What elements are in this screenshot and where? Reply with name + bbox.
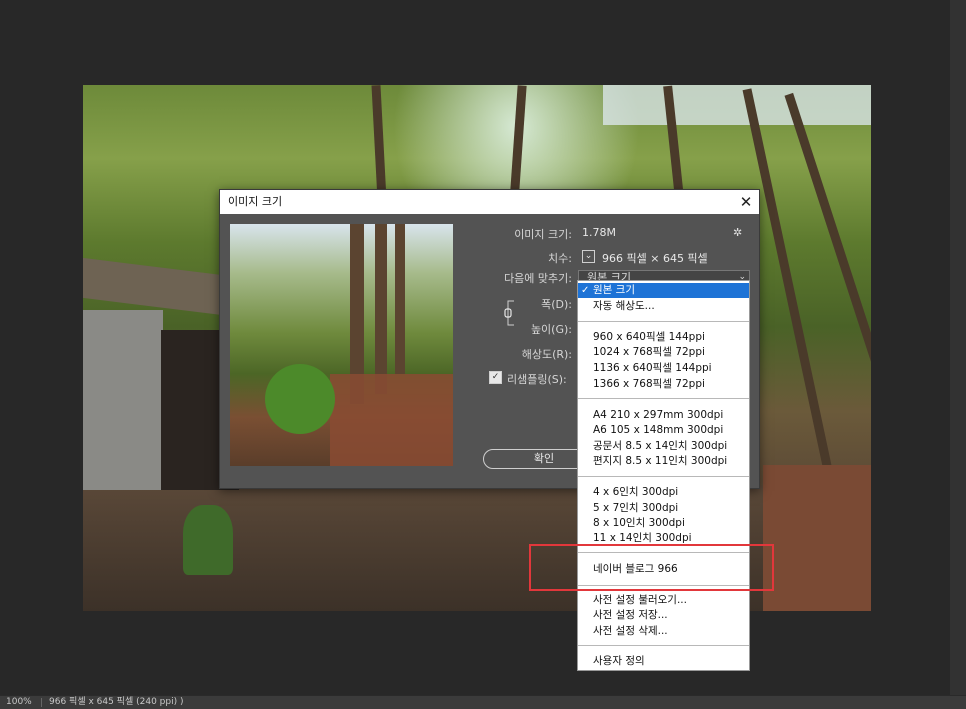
image-size-label: 이미지 크기: xyxy=(514,228,572,241)
menu-separator xyxy=(578,645,749,646)
dimensions-label: 치수: xyxy=(548,252,572,265)
menu-item-custom[interactable]: 사용자 정의 xyxy=(578,654,749,669)
status-divider xyxy=(41,698,42,707)
document-info: 966 픽셀 x 645 픽셀 (240 ppi) xyxy=(49,697,178,707)
dialog-title-bar[interactable]: 이미지 크기 ✕ xyxy=(220,190,759,214)
resample-label: 리샘플링(S): xyxy=(507,373,567,386)
menu-separator xyxy=(578,398,749,399)
resample-checkbox[interactable]: ✓ xyxy=(489,371,502,384)
menu-item[interactable]: 1024 x 768픽셀 72ppi xyxy=(578,345,749,360)
image-size-value: 1.78M xyxy=(582,226,616,239)
checkmark-icon: ✓ xyxy=(581,285,590,296)
menu-item[interactable]: 5 x 7인치 300dpi xyxy=(578,501,749,516)
image-preview[interactable] xyxy=(230,224,453,466)
menu-separator xyxy=(578,476,749,477)
status-bar: 100% 966 픽셀 x 645 픽셀 (240 ppi) ) xyxy=(0,695,966,709)
menu-separator xyxy=(578,321,749,322)
menu-item[interactable]: A6 105 x 148mm 300dpi xyxy=(578,423,749,438)
zoom-level[interactable]: 100% xyxy=(6,696,32,709)
canvas-plant xyxy=(183,505,233,575)
preview-bush xyxy=(265,364,335,434)
status-more-arrow[interactable]: ) xyxy=(180,696,184,709)
menu-item-auto-resolution[interactable]: 자동 해상도... xyxy=(578,299,749,314)
canvas-tree-trunk xyxy=(784,92,871,458)
menu-item[interactable]: A4 210 x 297mm 300dpi xyxy=(578,408,749,423)
canvas-shed-roof xyxy=(83,257,231,317)
menu-item[interactable]: 공문서 8.5 x 14인치 300dpi xyxy=(578,439,749,454)
dialog-title: 이미지 크기 xyxy=(228,195,283,208)
canvas-sky xyxy=(603,85,871,125)
menu-item-save-preset[interactable]: 사전 설정 저장... xyxy=(578,608,749,623)
menu-item[interactable]: 4 x 6인치 300dpi xyxy=(578,485,749,500)
close-icon[interactable]: ✕ xyxy=(736,190,756,214)
dimensions-dropdown-icon[interactable]: ⌄ xyxy=(582,250,595,263)
menu-item-load-preset[interactable]: 사전 설정 불러오기... xyxy=(578,593,749,608)
panel-edge xyxy=(950,0,966,695)
menu-item[interactable]: 960 x 640픽셀 144ppi xyxy=(578,330,749,345)
menu-item-original-size[interactable]: ✓ 원본 크기 xyxy=(578,283,749,298)
menu-item-delete-preset[interactable]: 사전 설정 삭제... xyxy=(578,624,749,639)
menu-item[interactable]: 1366 x 768픽셀 72ppi xyxy=(578,377,749,392)
menu-item[interactable]: 편지지 8.5 x 11인치 300dpi xyxy=(578,454,749,469)
menu-item[interactable]: 8 x 10인치 300dpi xyxy=(578,516,749,531)
dimensions-value: 966 픽셀 × 645 픽셀 xyxy=(602,252,708,265)
width-label: 폭(D): xyxy=(541,298,572,311)
height-label: 높이(G): xyxy=(530,323,572,336)
menu-item[interactable]: 1136 x 640픽셀 144ppi xyxy=(578,361,749,376)
canvas-dirt xyxy=(763,465,871,611)
highlight-box xyxy=(529,544,774,591)
link-icon[interactable] xyxy=(503,299,517,327)
fit-to-label: 다음에 맞추기: xyxy=(504,272,572,285)
fit-to-menu: ✓ 원본 크기 자동 해상도... 960 x 640픽셀 144ppi 102… xyxy=(577,280,750,671)
resolution-label: 해상도(R): xyxy=(521,348,572,361)
canvas-shed-wall xyxy=(83,310,163,490)
preview-tree-trunk xyxy=(395,224,405,374)
preview-tree-trunk xyxy=(375,224,387,394)
gear-icon[interactable]: ✲ xyxy=(733,226,742,239)
preview-path xyxy=(330,374,453,466)
